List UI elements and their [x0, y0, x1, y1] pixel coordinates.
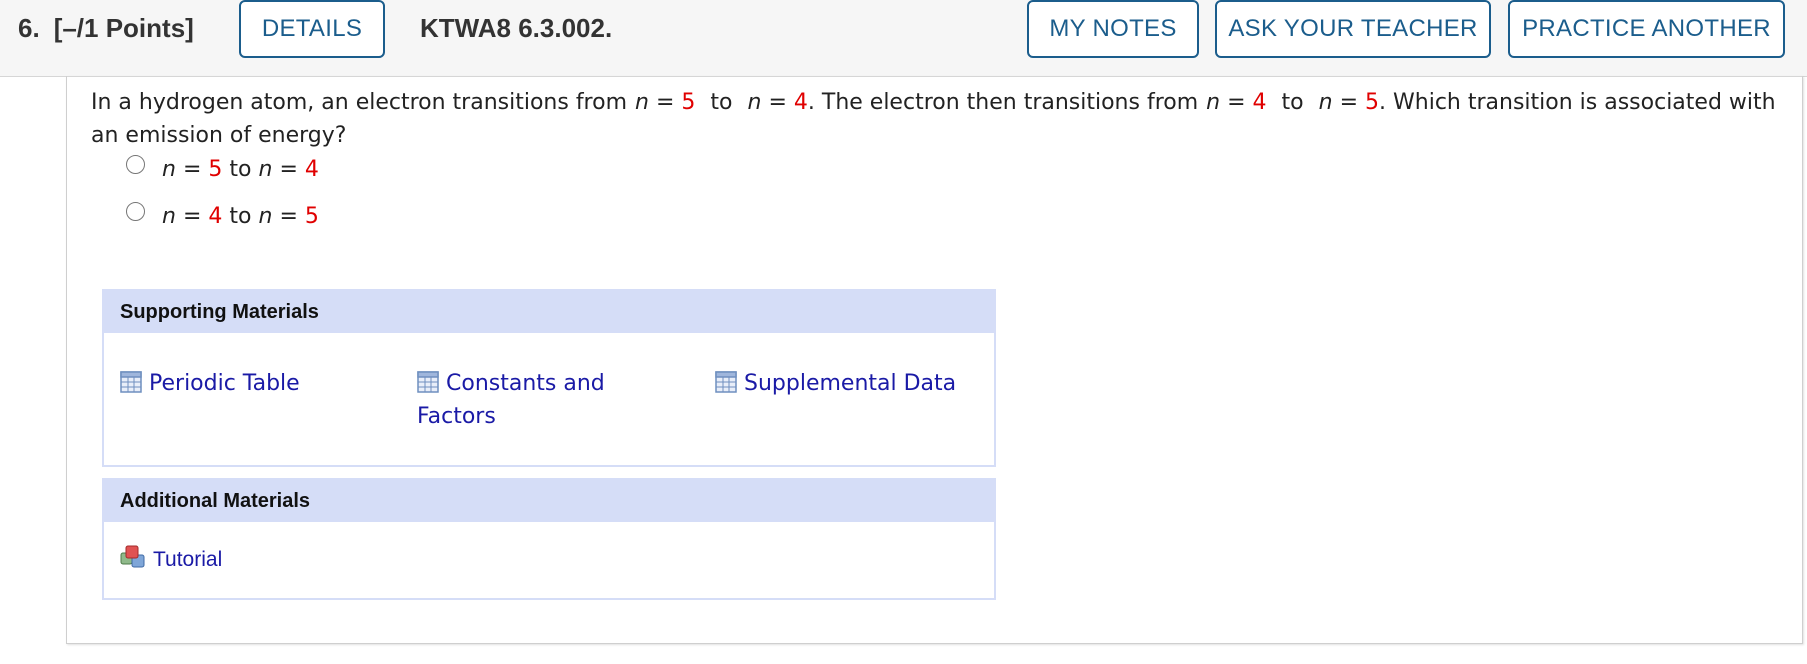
variable-n: n	[162, 203, 176, 229]
value: 5	[1365, 90, 1380, 115]
question-number: 6. [–/1 Points]	[18, 13, 194, 44]
supplemental-data-link[interactable]: Supplemental Data	[715, 367, 956, 400]
variable-n: n	[1318, 90, 1333, 115]
additional-materials: Additional Materials Tutorial	[102, 478, 996, 600]
supplemental-data-label[interactable]: Supplemental Data	[744, 371, 956, 396]
variable-n: n	[747, 90, 762, 115]
periodic-table-label[interactable]: Periodic Table	[149, 371, 300, 396]
supporting-materials-title: Supporting Materials	[104, 291, 994, 333]
answer-option-2[interactable]: n = 4 to n = 5	[126, 201, 319, 231]
tutorial-link[interactable]: Tutorial	[120, 543, 222, 576]
table-icon	[417, 371, 439, 393]
equals-sign: =	[655, 90, 675, 115]
question-text-part: In a hydrogen atom, an electron transiti…	[91, 90, 628, 115]
equals-sign: =	[768, 90, 787, 115]
equals-sign: =	[182, 203, 202, 229]
value: 4	[1252, 90, 1267, 115]
my-notes-button[interactable]: MY NOTES	[1027, 0, 1199, 58]
equals-sign: =	[1339, 90, 1359, 115]
table-icon	[120, 371, 142, 393]
option-to-value: 4	[304, 156, 319, 182]
variable-n: n	[1206, 90, 1221, 115]
value: 5	[681, 90, 696, 115]
question-number-label: 6.	[18, 13, 40, 43]
variable-n: n	[162, 156, 176, 182]
constants-and-factors-link[interactable]: Constants and Factors	[417, 367, 647, 433]
tutorial-label[interactable]: Tutorial	[153, 548, 222, 571]
question-text-part: to	[710, 90, 733, 115]
question-text-part: . The electron then transitions from	[807, 90, 1199, 115]
equals-sign: =	[1227, 90, 1246, 115]
question-id: KTWA8 6.3.002.	[420, 13, 613, 43]
equals-sign: =	[279, 203, 298, 229]
radio-button[interactable]	[126, 201, 145, 221]
radio-button[interactable]	[126, 154, 145, 174]
equals-sign: =	[182, 156, 202, 182]
option-from-value: 4	[208, 203, 223, 229]
tutorial-cubes-icon	[120, 545, 145, 568]
option-from-value: 5	[208, 156, 223, 182]
periodic-table-link[interactable]: Periodic Table	[120, 367, 300, 400]
additional-materials-title: Additional Materials	[104, 480, 994, 522]
option-to-value: 5	[304, 203, 319, 229]
question-text-part: to	[1281, 90, 1304, 115]
points-label: [–/1 Points]	[53, 13, 194, 43]
question-header: 6. [–/1 Points] DETAILS KTWA8 6.3.002. MY…	[0, 0, 1807, 77]
question-text: In a hydrogen atom, an electron transiti…	[91, 86, 1791, 152]
variable-n: n	[258, 203, 273, 229]
equals-sign: =	[279, 156, 298, 182]
value: 4	[793, 90, 808, 115]
option-to-word: to	[229, 203, 252, 229]
variable-n: n	[635, 90, 649, 115]
ask-your-teacher-button[interactable]: ASK YOUR TEACHER	[1215, 0, 1491, 58]
variable-n: n	[258, 156, 273, 182]
table-icon	[715, 371, 737, 393]
constants-and-factors-label[interactable]: Constants and Factors	[417, 371, 605, 429]
option-to-word: to	[229, 156, 252, 182]
details-button[interactable]: DETAILS	[239, 0, 385, 58]
answer-option-1[interactable]: n = 5 to n = 4	[126, 154, 319, 184]
supporting-materials: Supporting Materials Periodic Table Cons…	[102, 289, 996, 467]
practice-another-button[interactable]: PRACTICE ANOTHER	[1508, 0, 1785, 58]
